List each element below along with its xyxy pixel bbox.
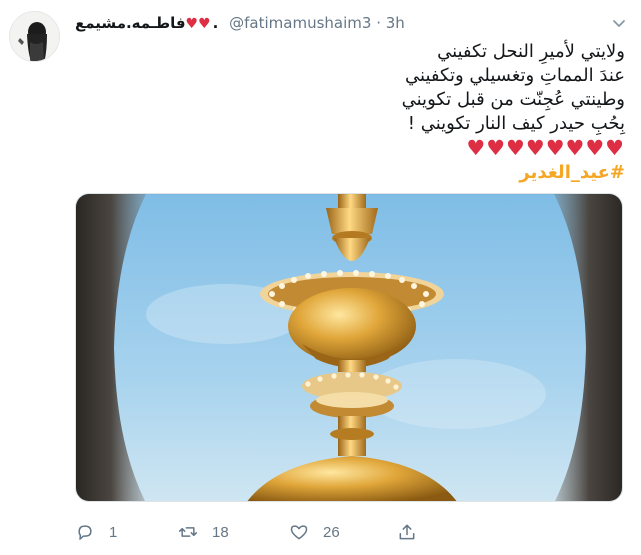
reply-icon — [78, 525, 92, 540]
retweet-button[interactable]: 18 — [178, 518, 229, 546]
share-button[interactable] — [397, 518, 417, 546]
display-name-hearts: ♥♥ — [185, 16, 212, 32]
tweet-media-image[interactable] — [75, 193, 623, 502]
tweet-line: وطينتي عُجِنّت من قبل تكويني — [401, 89, 625, 110]
tweet-actions: 1 18 26 — [75, 518, 623, 546]
display-name[interactable]: فاطـمه.مشيمع — [75, 14, 186, 32]
like-count: 26 — [323, 523, 340, 541]
tweet-line: ولايتي لأميرِ النحل تكفيني — [437, 41, 625, 62]
like-icon — [290, 525, 308, 540]
hashtag-link[interactable]: #عيد_الغدير — [75, 161, 625, 185]
reply-button[interactable]: 1 — [75, 518, 117, 546]
tweet-header: فاطـمه.مشيمع♥♥. @fatimamushaim3 · 3h — [75, 13, 601, 35]
share-icon — [399, 524, 415, 540]
reply-count: 1 — [109, 523, 118, 541]
tweet-text: ولايتي لأميرِ النحل تكفيني عندَ المماتِ … — [75, 40, 625, 185]
avatar[interactable] — [9, 11, 60, 62]
caret-down-icon[interactable] — [611, 15, 627, 27]
like-button[interactable]: 26 — [289, 518, 340, 546]
display-name-suffix: . — [212, 14, 219, 32]
tweet-line: عندَ المماتِ وتغسيلي وتكفيني — [405, 65, 625, 86]
tweet-line: بِحُبِ حيدر كيف النار تكويني ! — [407, 113, 625, 134]
hearts-row: ♥♥♥♥♥♥♥♥ — [466, 136, 625, 160]
tweet: فاطـمه.مشيمع♥♥. @fatimamushaim3 · 3h ولا… — [0, 0, 641, 555]
timestamp[interactable]: 3h — [386, 14, 405, 32]
separator-dot: · — [376, 14, 381, 32]
avatar-image — [10, 12, 59, 61]
user-handle[interactable]: @fatimamushaim3 — [229, 14, 371, 32]
retweet-count: 18 — [212, 523, 229, 541]
retweet-icon — [178, 527, 198, 537]
